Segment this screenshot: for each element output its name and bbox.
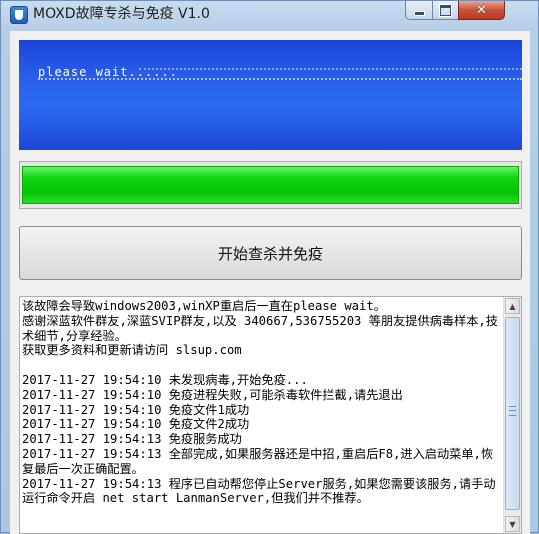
log-line: 获取更多资料和更新请访问 slsup.com xyxy=(22,343,242,358)
arrow-up-icon: ▲ xyxy=(509,301,516,311)
scroll-up-button[interactable]: ▲ xyxy=(505,298,520,314)
shield-icon xyxy=(10,6,28,24)
close-icon: ✕ xyxy=(476,2,487,18)
log-line: 2017-11-27 19:54:13 免疫服务成功 xyxy=(22,432,242,447)
log-line: 2017-11-27 19:54:13 程序已自动帮您停止Server服务,如果… xyxy=(22,476,496,506)
log-textarea[interactable]: 该故障会导致windows2003,winXP重启后一直在please wait… xyxy=(19,296,522,534)
scan-and-immunize-button[interactable]: 开始查杀并免疫 xyxy=(19,226,522,280)
grip-icon xyxy=(509,406,516,416)
log-line: 2017-11-27 19:54:10 免疫进程失败,可能杀毒软件拦截,请先退出 xyxy=(22,387,403,402)
scroll-down-button[interactable]: ▼ xyxy=(505,516,520,532)
scrollbar-thumb[interactable] xyxy=(505,317,520,510)
minimize-button[interactable] xyxy=(405,1,433,20)
minimize-icon xyxy=(413,10,425,16)
status-banner: please wait...... xyxy=(19,40,522,150)
log-line: 2017-11-27 19:54:10 免疫文件1成功 xyxy=(22,402,250,417)
log-line: 2017-11-27 19:54:13 全部完成,如果服务器还是中招,重启后F8… xyxy=(22,446,494,476)
log-line: 感谢深蓝软件群友,深蓝SVIP群友,以及 340667,536755203 等朋… xyxy=(22,313,498,343)
window-title: MOXD故障专杀与免疫 V1.0 xyxy=(33,6,210,22)
client-area: please wait...... 开始查杀并免疫 该故障会导致windows2… xyxy=(10,31,530,534)
maximize-button[interactable] xyxy=(432,1,459,20)
title-bar[interactable]: MOXD故障专杀与免疫 V1.0 ✕ xyxy=(1,1,538,29)
log-line: 2017-11-27 19:54:10 未发现病毒,开始免疫... xyxy=(22,372,308,387)
vertical-scrollbar[interactable]: ▲ ▼ xyxy=(503,297,521,533)
banner-dots-decoration xyxy=(139,68,522,72)
progress-bar xyxy=(19,161,522,209)
progress-fill xyxy=(22,166,519,204)
app-window: MOXD故障专杀与免疫 V1.0 ✕ please wait...... 开始查… xyxy=(0,0,539,534)
log-text: 该故障会导致windows2003,winXP重启后一直在please wait… xyxy=(22,299,500,506)
banner-dots-decoration xyxy=(38,78,522,82)
log-line: 2017-11-27 19:54:10 免疫文件2成功 xyxy=(22,417,250,432)
log-line: 该故障会导致windows2003,winXP重启后一直在please wait… xyxy=(22,299,386,313)
maximize-icon xyxy=(439,3,452,17)
close-button[interactable]: ✕ xyxy=(458,1,505,20)
arrow-down-icon: ▼ xyxy=(509,519,516,529)
